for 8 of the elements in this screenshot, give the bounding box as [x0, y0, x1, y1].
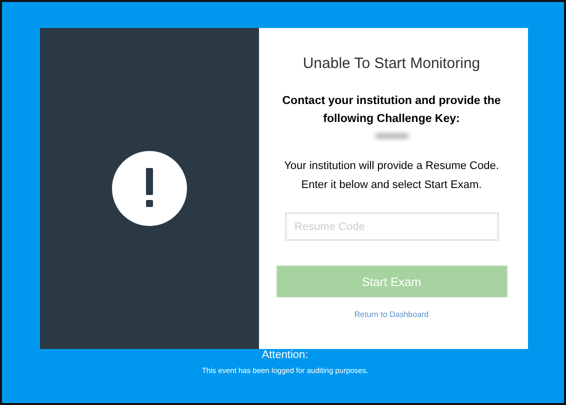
info-text: Enter it below and select Start Exam.: [300, 178, 483, 193]
attention-heading: Attention:: [262, 349, 308, 361]
instruction-text: Contact your institution and provide the following Challenge Key:: [282, 94, 502, 127]
redacted-key: [374, 133, 408, 139]
exclamation-icon: [112, 151, 187, 226]
dashboard-link[interactable]: Return to Dashboard: [354, 310, 429, 319]
dialog-title: Unable To Start Monitoring: [302, 55, 480, 72]
info-text: Your institution will provide a Resume Code.: [284, 159, 499, 174]
